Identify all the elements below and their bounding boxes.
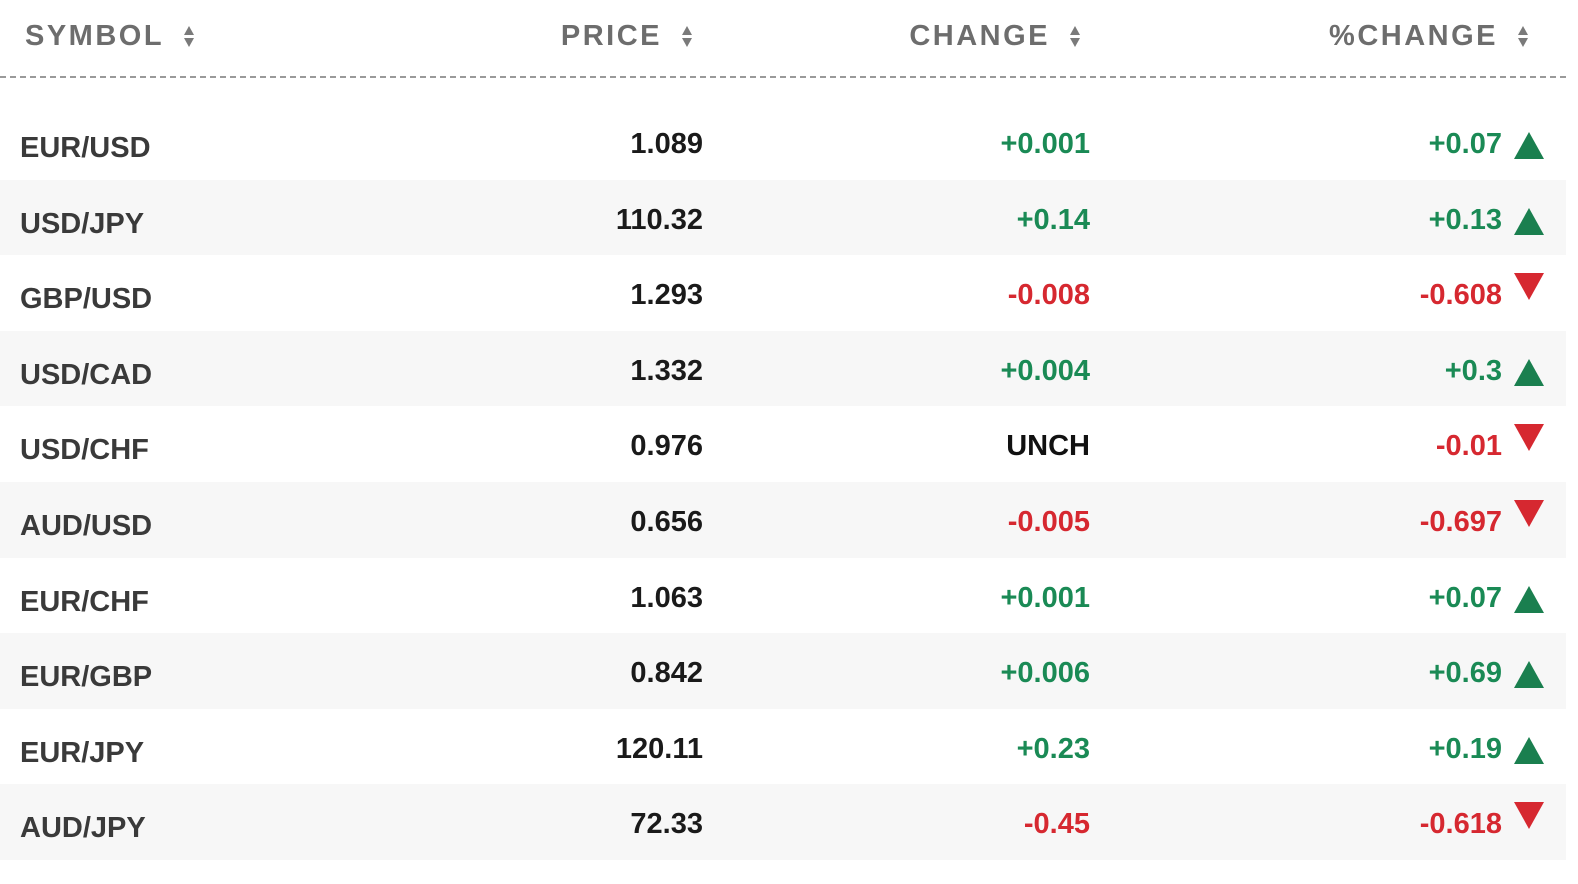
change-value: -0.008 (1007, 279, 1090, 312)
change-value: -0.45 (1023, 808, 1090, 841)
pct-change-value: -0.01 (1435, 430, 1502, 463)
pct-change-header-label: %CHANGE (1329, 19, 1498, 52)
change-value: +0.001 (1000, 581, 1090, 614)
symbol-link[interactable]: AUD/USD (20, 510, 152, 543)
price-value: 0.976 (630, 430, 703, 463)
up-triangle-icon (1514, 661, 1544, 689)
sort-symbol-header[interactable]: SYMBOL (25, 18, 195, 54)
pct-change-value: -0.618 (1419, 808, 1502, 841)
up-triangle-icon (1514, 358, 1544, 386)
table-body: EUR/USD 1.089 +0.001 +0.07 USD/JPY 110.32 +0.1… (0, 104, 1566, 860)
price-value: 1.293 (630, 279, 703, 312)
change-value: +0.004 (1000, 354, 1090, 387)
pct-change-value: -0.608 (1419, 279, 1502, 312)
sort-arrows-icon (1070, 25, 1080, 47)
up-triangle-icon (1514, 132, 1544, 159)
symbol-link[interactable]: EUR/GBP (20, 661, 152, 694)
table-row[interactable]: USD/JPY 110.32 +0.14 +0.13 (0, 179, 1566, 256)
table-row[interactable]: USD/CHF 0.976 UNCH -0.01 (0, 406, 1566, 482)
up-triangle-icon (1514, 736, 1544, 764)
pct-change-value: +0.3 (1444, 354, 1502, 387)
price-header-label: PRICE (560, 19, 662, 52)
table-header: SYMBOL PRICE CHANGE %CHANGE (0, 0, 1566, 78)
sort-pct-change-header[interactable]: %CHANGE (1329, 18, 1528, 54)
sort-change-header[interactable]: CHANGE (909, 18, 1080, 54)
table-row[interactable]: EUR/USD 1.089 +0.001 +0.07 (0, 104, 1566, 180)
pct-change-value: +0.19 (1428, 732, 1502, 765)
sort-arrows-icon (1518, 25, 1528, 47)
quotes-table: SYMBOL PRICE CHANGE %CHANGE EUR/USD 1.089… (0, 0, 1566, 860)
price-value: 72.33 (630, 808, 703, 841)
up-triangle-icon (1514, 207, 1544, 235)
change-value: UNCH (1006, 430, 1090, 463)
pct-change-value: -0.697 (1419, 505, 1502, 538)
change-value: +0.006 (1000, 657, 1090, 690)
down-triangle-icon (1514, 499, 1544, 527)
pct-change-value: +0.69 (1428, 657, 1502, 690)
symbol-link[interactable]: EUR/USD (20, 132, 151, 165)
change-value: +0.23 (1016, 732, 1090, 765)
symbol-link[interactable]: USD/CHF (20, 434, 149, 467)
table-row[interactable]: GBP/USD 1.293 -0.008 -0.608 (0, 255, 1566, 331)
symbol-link[interactable]: EUR/CHF (20, 586, 149, 619)
price-value: 1.332 (630, 354, 703, 387)
change-value: +0.001 (1000, 128, 1090, 160)
pct-change-value: +0.07 (1428, 128, 1502, 160)
down-triangle-icon (1514, 273, 1544, 301)
change-value: -0.005 (1007, 505, 1090, 538)
down-triangle-icon (1514, 424, 1544, 452)
symbol-link[interactable]: GBP/USD (20, 283, 152, 316)
table-row[interactable]: EUR/CHF 1.063 +0.001 +0.07 (0, 558, 1566, 634)
price-value: 0.656 (630, 505, 703, 538)
sort-arrows-icon (682, 25, 692, 47)
down-triangle-icon (1514, 802, 1544, 830)
symbol-link[interactable]: USD/CAD (20, 359, 152, 392)
table-row[interactable]: EUR/GBP 0.842 +0.006 +0.69 (0, 633, 1566, 709)
sort-arrows-icon (184, 25, 195, 47)
price-value: 1.063 (630, 581, 703, 614)
table-row[interactable]: AUD/USD 0.656 -0.005 -0.697 (0, 481, 1566, 558)
symbol-header-label: SYMBOL (25, 19, 165, 52)
change-header-label: CHANGE (909, 19, 1050, 52)
price-value: 1.089 (630, 128, 703, 160)
symbol-link[interactable]: EUR/JPY (20, 737, 144, 770)
pct-change-value: +0.13 (1428, 203, 1502, 236)
table-row[interactable]: USD/CAD 1.332 +0.004 +0.3 (0, 330, 1566, 407)
table-row[interactable]: EUR/JPY 120.11 +0.23 +0.19 (0, 709, 1566, 785)
change-value: +0.14 (1016, 203, 1090, 236)
table-row[interactable]: AUD/JPY 72.33 -0.45 -0.618 (0, 784, 1566, 860)
price-value: 0.842 (630, 657, 703, 690)
price-value: 110.32 (615, 203, 703, 236)
pct-change-value: +0.07 (1428, 581, 1502, 614)
up-triangle-icon (1514, 585, 1544, 613)
sort-price-header[interactable]: PRICE (561, 18, 692, 54)
symbol-link[interactable]: AUD/JPY (20, 812, 146, 845)
price-value: 120.11 (615, 732, 703, 765)
symbol-link[interactable]: USD/JPY (20, 208, 144, 241)
